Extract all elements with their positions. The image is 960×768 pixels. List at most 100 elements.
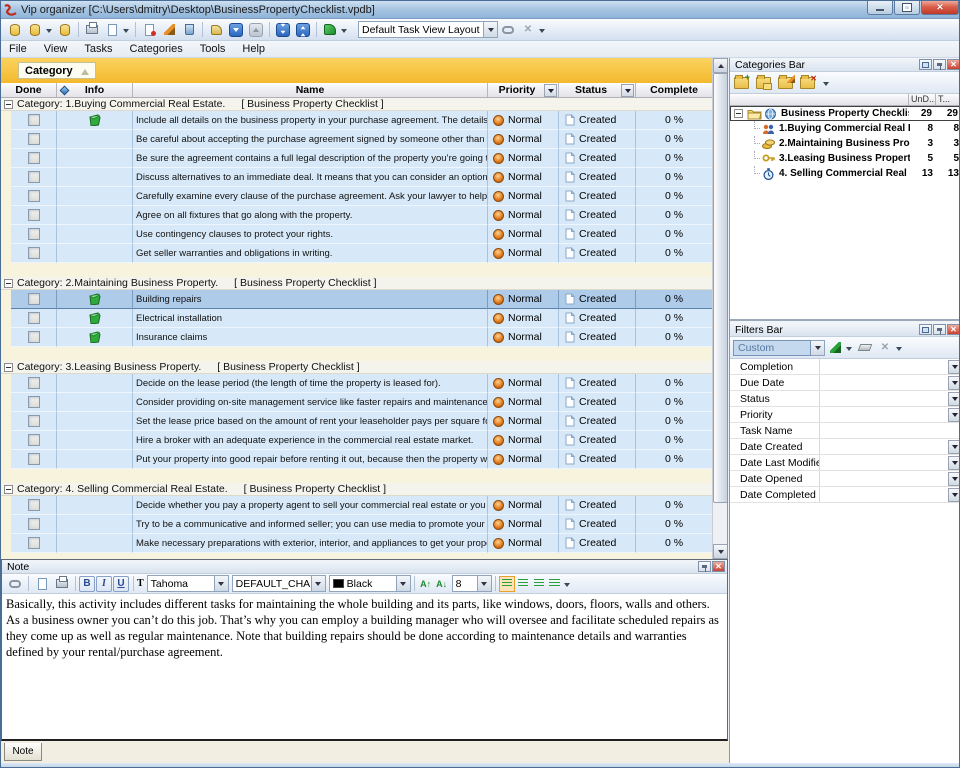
delete-layout-icon[interactable]: ✕ [518,21,538,39]
group-by-chip[interactable]: Category [18,62,96,79]
done-checkbox[interactable] [28,453,40,465]
category-group-header[interactable]: Category: 1.Buying Commercial Real Estat… [1,98,712,111]
toolbar-overflow-icon[interactable] [539,29,545,36]
charset-combo[interactable]: DEFAULT_CHAR [232,575,312,592]
remove-filter-icon[interactable]: ✕ [875,339,895,357]
task-row[interactable]: Get seller warranties and obligations in… [1,244,712,263]
column-header-status[interactable]: Status [559,83,636,97]
task-name[interactable]: Carefully examine every clause of the pu… [133,187,488,206]
note-page-icon[interactable] [32,575,52,593]
filter-value-input[interactable] [820,439,948,454]
task-row[interactable]: Decide whether you pay a property agent … [1,496,712,515]
filters-close-icon[interactable]: ✕ [947,324,960,335]
task-name[interactable]: Decide whether you pay a property agent … [133,496,488,515]
task-name[interactable]: Hire a broker with an adequate experienc… [133,431,488,450]
menu-item[interactable]: Tools [200,43,226,55]
task-row[interactable]: Put your property into good repair befor… [1,450,712,469]
add-category-icon[interactable] [734,77,749,89]
task-row[interactable]: Decide on the lease period (the length o… [1,374,712,393]
done-checkbox[interactable] [28,396,40,408]
filter-value-input[interactable] [820,359,948,374]
tree-category-item[interactable]: 3.Leasing Business Property. 5 5 [730,151,960,166]
task-name[interactable]: Include all details on the business prop… [133,111,488,130]
minimize-button[interactable] [867,1,893,15]
note-print-icon[interactable] [52,575,72,593]
menu-item[interactable]: View [44,43,68,55]
hyperlink-icon[interactable] [5,575,25,593]
task-name[interactable]: Consider providing on-site management se… [133,393,488,412]
done-checkbox[interactable] [28,434,40,446]
task-name[interactable]: Make necessary preparations with exterio… [133,534,488,553]
task-row[interactable]: Set the lease price based on the amount … [1,412,712,431]
done-checkbox[interactable] [28,152,40,164]
done-checkbox[interactable] [28,190,40,202]
filter-dropdown-icon[interactable] [948,440,960,454]
scrollbar-thumb[interactable] [713,73,728,503]
column-header-done[interactable]: Done [1,83,57,97]
move-to-top-icon[interactable] [293,21,313,39]
column-header-complete[interactable]: Complete [636,83,712,97]
scroll-down-icon[interactable] [713,544,728,559]
filter-value-input[interactable] [820,423,948,438]
task-row[interactable]: Include all details on the business prop… [1,111,712,130]
new-task-icon[interactable] [139,21,159,39]
font-family-combo[interactable]: Tahoma [147,575,215,592]
task-name[interactable]: Be sure the agreement contains a full le… [133,149,488,168]
increase-font-icon[interactable]: A↑ [418,576,434,592]
font-size-combo[interactable]: 8 [452,575,478,592]
bullet-list-icon[interactable] [547,576,563,592]
done-checkbox[interactable] [28,114,40,126]
filter-value-input[interactable] [820,375,948,390]
filter-dropdown-icon[interactable] [948,456,960,470]
filter-preset-combo[interactable]: Custom [733,340,811,356]
task-name[interactable]: Use contingency clauses to protect your … [133,225,488,244]
flag-dropdown-icon[interactable] [341,29,347,36]
task-name[interactable]: Decide on the lease period (the length o… [133,374,488,393]
task-row[interactable]: Carefully examine every clause of the pu… [1,187,712,206]
category-group-header[interactable]: Category: 3.Leasing Business Property. [… [1,361,712,374]
task-row[interactable]: Be careful about accepting the purchase … [1,130,712,149]
filter-value-input[interactable] [820,487,948,502]
print-dropdown-icon[interactable] [123,29,129,36]
scroll-up-icon[interactable] [713,58,728,73]
column-header-info[interactable]: Info [57,83,133,97]
filter-dropdown-icon[interactable] [948,360,960,374]
categories-overflow-icon[interactable] [823,82,829,89]
tree-root-item[interactable]: Business Property Checklist 29 29 [730,106,960,121]
note-close-icon[interactable]: ✕ [712,561,725,572]
filter-preset-dropdown-icon[interactable] [811,340,825,356]
menu-item[interactable]: Categories [130,43,183,55]
filter-value-input[interactable] [820,391,948,406]
done-checkbox[interactable] [28,228,40,240]
column-header-name[interactable]: Name [133,83,488,97]
categories-close-icon[interactable]: ✕ [947,59,960,70]
done-checkbox[interactable] [28,209,40,221]
task-row[interactable]: Be sure the agreement contains a full le… [1,149,712,168]
done-checkbox[interactable] [28,293,40,305]
filter-value-input[interactable] [820,407,948,422]
done-checkbox[interactable] [28,518,40,530]
filters-overflow-icon[interactable] [896,347,902,354]
done-checkbox[interactable] [28,312,40,324]
filter-dropdown-icon[interactable] [948,392,960,406]
task-row[interactable]: Building repairs Normal Created 0 % [1,290,712,309]
clear-filter-icon[interactable] [855,339,875,357]
save-database-icon[interactable] [55,21,75,39]
task-view-layout-combo[interactable]: Default Task View Layout [358,21,498,38]
done-checkbox[interactable] [28,415,40,427]
menu-item[interactable]: Tasks [84,43,112,55]
move-up-icon[interactable] [246,21,266,39]
charset-dropdown-icon[interactable] [312,575,326,592]
task-name[interactable]: Try to be a communicative and informed s… [133,515,488,534]
move-down-icon[interactable] [226,21,246,39]
note-text-area[interactable]: Basically, this activity includes differ… [2,594,727,740]
align-right-icon[interactable] [531,576,547,592]
complete-task-icon[interactable] [206,21,226,39]
category-group-header[interactable]: Category: 2.Maintaining Business Propert… [1,277,712,290]
tree-category-item[interactable]: 2.Maintaining Business Property. 3 3 [730,136,960,151]
font-family-dropdown-icon[interactable] [215,575,229,592]
filter-value-input[interactable] [820,455,948,470]
done-checkbox[interactable] [28,537,40,549]
menu-item[interactable]: Help [242,43,265,55]
category-flag-icon[interactable] [320,21,340,39]
